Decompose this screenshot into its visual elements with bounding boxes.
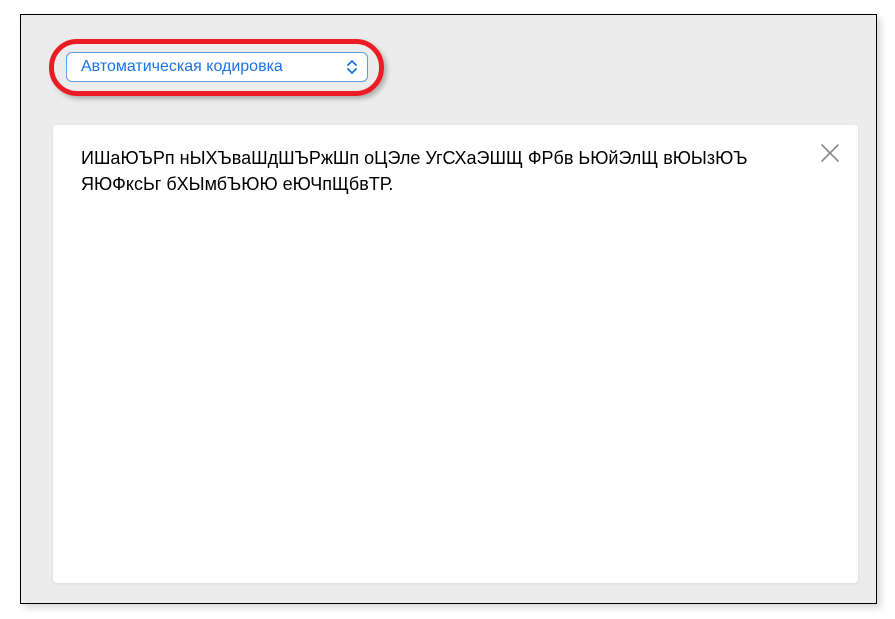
content-panel: ИШаЮЪРп нЫХЪваШдШЪРжШп оЦЭле УгСХаЭШЩ ФР… bbox=[53, 125, 858, 583]
encoding-select[interactable]: Автоматическая кодировка bbox=[66, 52, 368, 82]
content-text: ИШаЮЪРп нЫХЪваШдШЪРжШп оЦЭле УгСХаЭШЩ ФР… bbox=[81, 145, 808, 197]
close-icon bbox=[820, 143, 840, 163]
close-button[interactable] bbox=[818, 141, 842, 165]
window-container: Автоматическая кодировка ИШаЮЪРп нЫХЪваШ… bbox=[20, 14, 877, 604]
encoding-select-label: Автоматическая кодировка bbox=[81, 58, 283, 76]
updown-icon bbox=[347, 60, 357, 74]
